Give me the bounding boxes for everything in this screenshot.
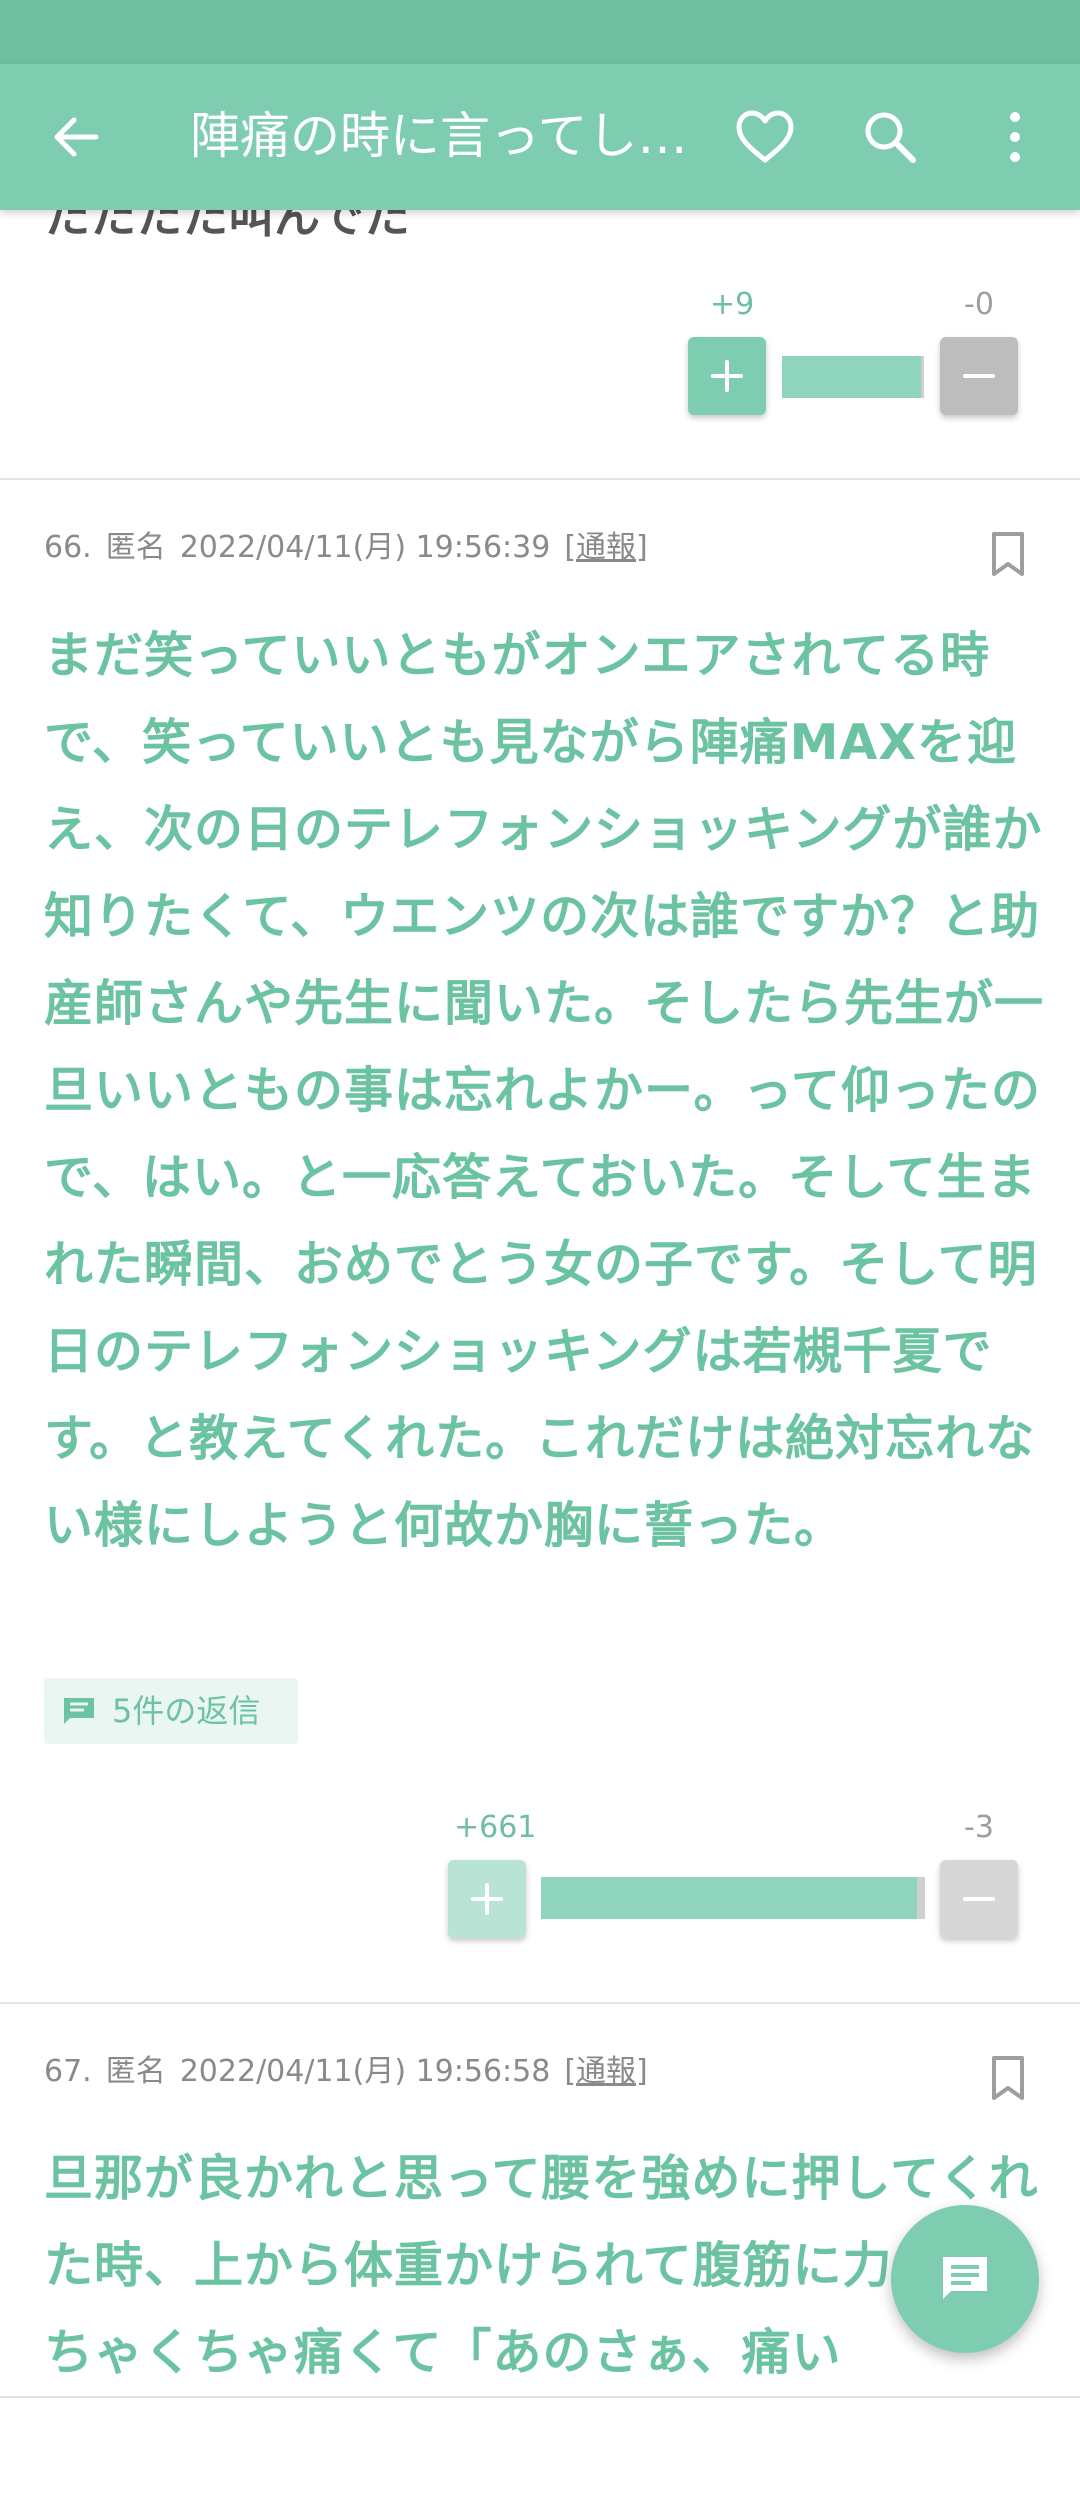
plus-vote-button[interactable] (688, 337, 766, 415)
replies-label: 5件の返信 (112, 1692, 261, 1730)
comment-datetime: 2022/04/11(月) 19:56:39 (179, 530, 551, 565)
report-link[interactable]: 通報 (576, 530, 636, 565)
comment-number: 67. (44, 2054, 92, 2089)
vote-ratio-bar (541, 1877, 925, 1919)
vote-ratio-bar (782, 356, 924, 398)
bookmark-icon[interactable] (988, 2054, 1028, 2102)
comment-number: 66. (44, 530, 92, 565)
comment-icon (64, 1698, 94, 1724)
report-link[interactable]: 通報 (576, 2054, 636, 2089)
plus-icon (711, 360, 743, 392)
compose-comment-button[interactable] (891, 2205, 1039, 2353)
minus-icon (963, 374, 995, 378)
comment-divider (0, 478, 1080, 480)
bookmark-icon[interactable] (988, 530, 1028, 578)
comment-datetime: 2022/04/11(月) 19:56:58 (179, 2054, 551, 2089)
comment-author: 匿名 (105, 530, 166, 565)
report-bracket-close: ] (636, 2054, 648, 2089)
minus-vote-button[interactable] (940, 337, 1018, 415)
page-title: 陣痛の時に言ってし… (190, 107, 688, 165)
comment-author: 匿名 (105, 2054, 166, 2089)
plus-vote-count: +9 (710, 287, 755, 322)
bottom-divider (0, 2396, 1080, 2398)
comment-meta: 66. 匿名 2022/04/11(月) 19:56:39 [通報] (44, 528, 648, 568)
compose-comment-icon (943, 2257, 987, 2299)
comment-list[interactable]: たたたた叫んでた +9 -0 66. 匿名 2022/04/11(月) 19:56:… (0, 0, 1080, 2400)
heart-icon[interactable] (730, 102, 800, 172)
vote-ratio-fill (541, 1877, 918, 1919)
search-icon[interactable] (855, 102, 925, 172)
minus-vote-button[interactable] (940, 1860, 1018, 1938)
minus-vote-count: -0 (964, 287, 994, 322)
minus-icon (963, 1897, 995, 1901)
vote-ratio-fill (782, 356, 922, 398)
report-bracket-open: [ (564, 2054, 577, 2089)
plus-vote-count: +661 (454, 1810, 537, 1845)
arrow-left-icon[interactable] (44, 104, 110, 170)
app-bar: 陣痛の時に言ってし… (0, 64, 1080, 210)
replies-button[interactable]: 5件の返信 (44, 1678, 298, 1744)
comment-divider (0, 2002, 1080, 2004)
plus-icon (471, 1883, 503, 1915)
plus-vote-button[interactable] (448, 1860, 526, 1938)
comment-meta: 67. 匿名 2022/04/11(月) 19:56:58 [通報] (44, 2052, 648, 2092)
report-bracket-open: [ (564, 530, 577, 565)
comment-body: まだ笑っていいともがオンエアされてる時で、笑っていいとも見ながら陣痛MAXを迎え… (44, 627, 1045, 1554)
report-bracket-close: ] (636, 530, 648, 565)
more-vert-icon[interactable] (980, 102, 1050, 172)
minus-vote-count: -3 (964, 1810, 994, 1845)
